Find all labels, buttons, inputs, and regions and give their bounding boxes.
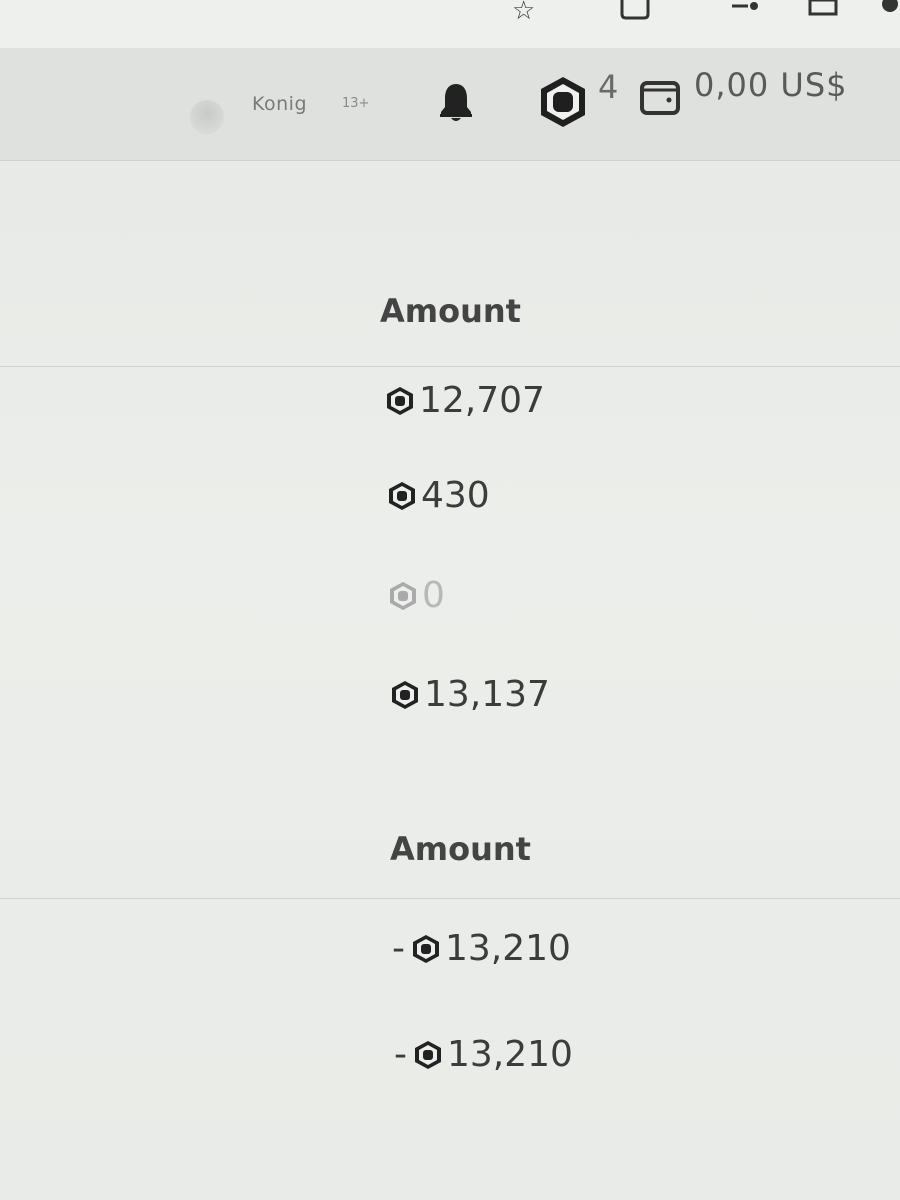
profile-icon[interactable]	[880, 0, 900, 22]
avatar[interactable]	[190, 100, 224, 134]
table-row: 0	[388, 575, 445, 616]
wallet-icon[interactable]	[637, 74, 683, 120]
star-icon[interactable]: ☆	[512, 0, 535, 24]
table-row: 430	[387, 475, 490, 516]
table-row: - 13,210	[392, 928, 571, 969]
amount-value: 430	[421, 475, 490, 516]
table-row: - 13,210	[394, 1034, 573, 1075]
robux-icon	[389, 481, 415, 510]
extension-icon[interactable]	[618, 0, 652, 22]
bell-icon[interactable]	[436, 80, 476, 124]
page: ☆ Konig 13+ 4 0,00 US$ Amount 12,707 430…	[0, 0, 900, 1200]
amount-value: 12,707	[419, 380, 545, 421]
table-row: 12,707	[385, 380, 545, 421]
amount-value: 13,210	[445, 928, 571, 969]
robux-icon	[415, 1040, 441, 1069]
robux-icon	[390, 581, 416, 610]
table-row: 13,137	[390, 674, 550, 715]
robux-icon	[413, 934, 439, 963]
robux-count[interactable]: 4	[598, 68, 618, 106]
amount-column-header: Amount	[380, 292, 521, 330]
amount-value: 0	[422, 575, 445, 616]
window-icon[interactable]	[806, 0, 840, 22]
divider	[0, 366, 900, 367]
username[interactable]: Konig	[252, 93, 307, 115]
wallet-balance[interactable]: 0,00 US$	[694, 66, 848, 104]
age-badge: 13+	[342, 96, 370, 111]
browser-toolbar: ☆	[0, 0, 900, 48]
robux-icon	[387, 386, 413, 415]
amount-value: 13,210	[447, 1034, 573, 1075]
divider	[0, 898, 900, 899]
media-icon[interactable]	[728, 0, 762, 22]
robux-icon	[392, 680, 418, 709]
negative-sign: -	[394, 1034, 407, 1075]
site-header: Konig 13+ 4 0,00 US$	[0, 48, 900, 161]
amount-column-header: Amount	[390, 830, 531, 868]
negative-sign: -	[392, 928, 405, 969]
robux-icon[interactable]	[535, 74, 591, 130]
amount-value: 13,137	[424, 674, 550, 715]
